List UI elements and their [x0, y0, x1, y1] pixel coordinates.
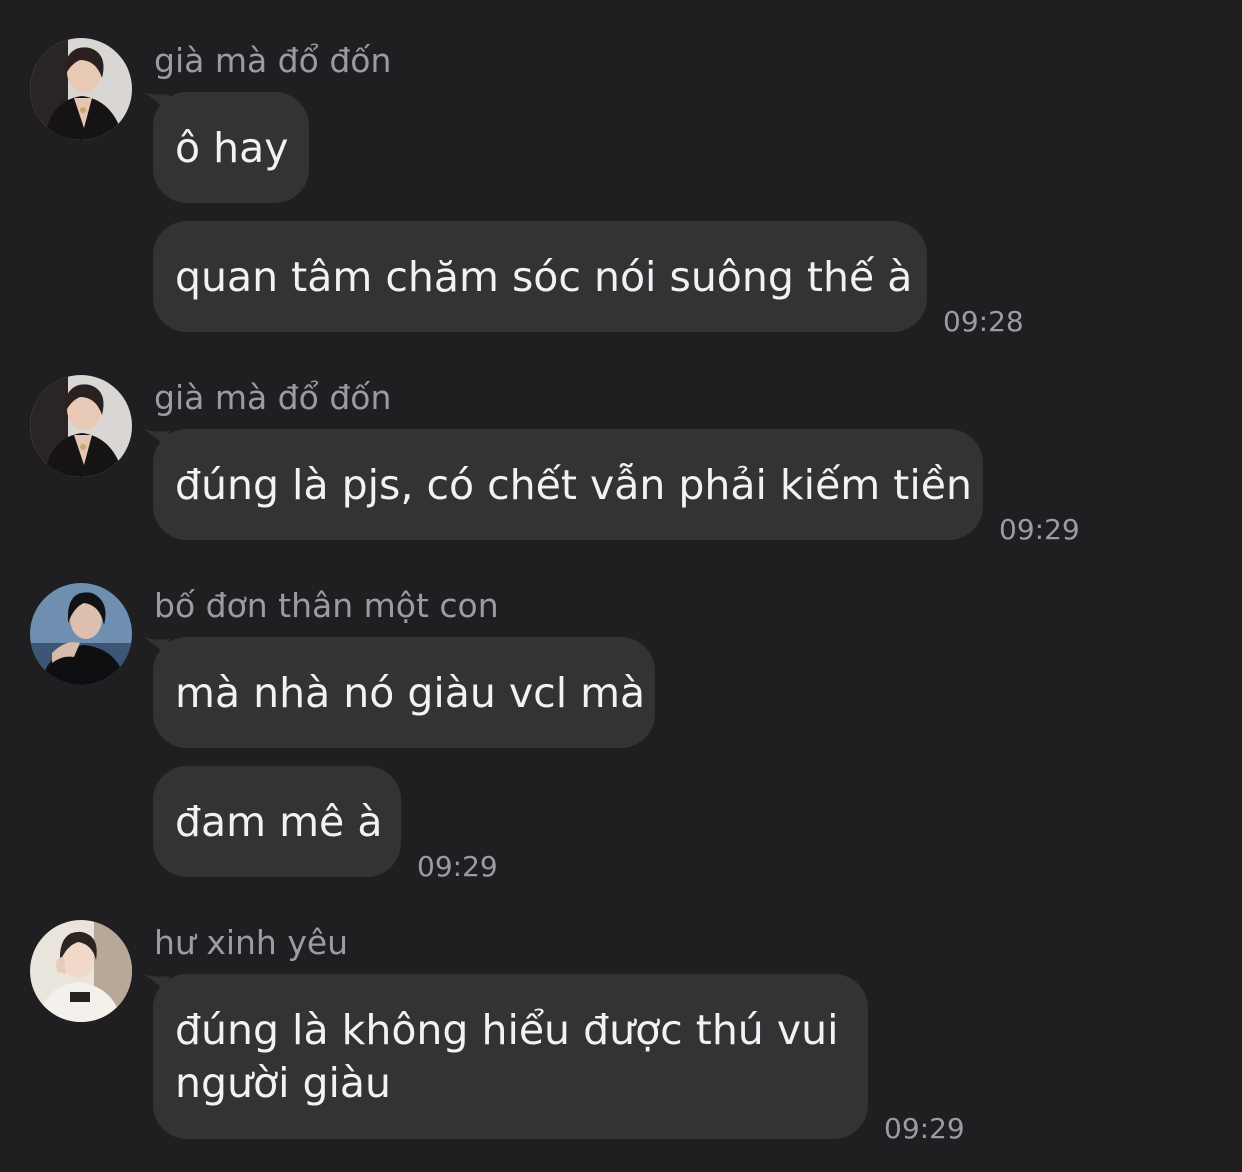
message-timestamp: 09:29 [417, 850, 498, 883]
message-bubble[interactable]: ô hay [153, 92, 309, 203]
sender-avatar[interactable] [30, 38, 132, 140]
message-timestamp: 09:28 [943, 305, 1024, 338]
sender-name: già mà đổ đốn [154, 378, 392, 417]
sender-avatar[interactable] [30, 583, 132, 685]
message-bubble[interactable]: đúng là không hiểu được thú vui người gi… [153, 974, 868, 1139]
message-timestamp: 09:29 [999, 513, 1080, 546]
message-bubble[interactable]: quan tâm chăm sóc nói suông thế à [153, 221, 927, 332]
message-bubble[interactable]: đúng là pjs, có chết vẫn phải kiếm tiền [153, 429, 983, 540]
chat-thread: già mà đổ đốn ô hay quan tâm chăm sóc nó… [0, 0, 1242, 1172]
sender-name: già mà đổ đốn [154, 41, 392, 80]
sender-avatar[interactable] [30, 920, 132, 1022]
message-bubble[interactable]: đam mê à [153, 766, 401, 877]
message-bubble[interactable]: mà nhà nó giàu vcl mà [153, 637, 655, 748]
sender-name: bố đơn thân một con [154, 586, 499, 625]
sender-avatar[interactable] [30, 375, 132, 477]
sender-name: hư xinh yêu [154, 923, 349, 962]
message-timestamp: 09:29 [884, 1112, 965, 1145]
